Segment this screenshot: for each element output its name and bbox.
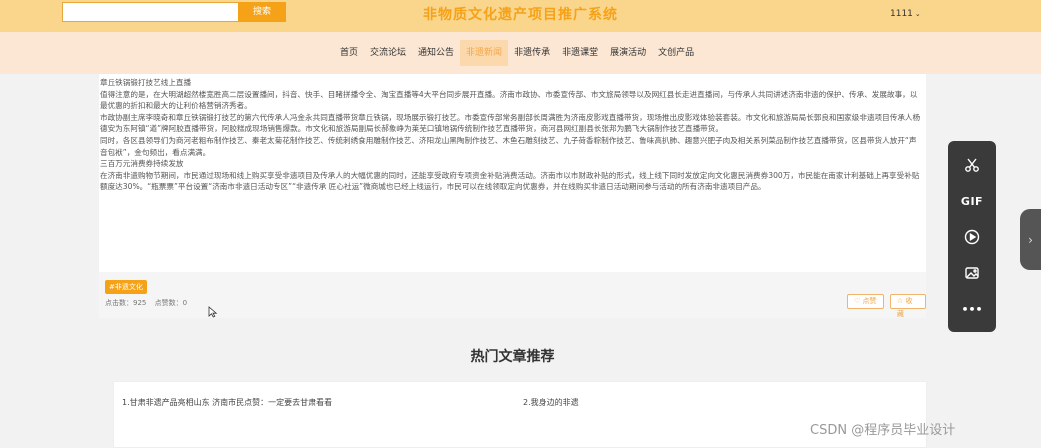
scissors-icon	[965, 158, 979, 172]
nav-item[interactable]: 非遗传承	[508, 40, 556, 66]
nav-item[interactable]: 非遗新闻	[460, 40, 509, 66]
article-paragraph: 同时，各区县领导们为商河老粗布制作技艺、秦老太菊花制作技艺、传统刺绣食用雕制作技…	[100, 135, 917, 157]
article-paragraph: 章丘铁锅锻打技艺线上直播	[100, 78, 192, 87]
article-stats: 点击数：925 点赞数：0	[105, 298, 193, 308]
top-header: 搜索 非物质文化遗产项目推广系统 1111 ⌄	[0, 0, 1041, 32]
article-paragraph: 值得注意的是，在大明湖超然楼宽胜高二层设置播间，抖音、快手、目睹拼播令全、淘宝直…	[100, 89, 918, 111]
favorite-button[interactable]: ☆ 收藏	[890, 294, 926, 318]
article-paragraph: 市政协副主席李晓奇和章丘铁锅锻打技艺的第六代传承人冯金永共同直播带货章丘铁锅，现…	[100, 112, 921, 134]
recommend-item[interactable]: 2.我身边的非遗	[523, 397, 579, 408]
watermark: CSDN @程序员毕业设计	[810, 423, 956, 438]
like-button[interactable]: ♡ 点赞	[847, 294, 884, 309]
like-count: 点赞数：0	[154, 299, 188, 307]
play-circle-icon	[964, 229, 980, 245]
recommend-title: 热门文章推荐	[470, 349, 555, 365]
image-button[interactable]	[948, 258, 996, 288]
more-button[interactable]: •••	[948, 294, 996, 324]
image-icon	[965, 267, 979, 279]
article-tag[interactable]: #非遗文化	[105, 280, 147, 294]
side-expand-tab[interactable]: ›	[1020, 209, 1041, 270]
article-panel: 章丘铁锅锻打技艺线上直播值得注意的是，在大明湖超然楼宽胜高二层设置播间，抖音、快…	[99, 74, 926, 318]
main-nav-bar: 首页 交流论坛 通知公告 非遗新闻 非遗传承 非遗课堂 展演活动 文创产品	[0, 32, 1041, 74]
record-button[interactable]	[948, 222, 996, 252]
username: 1111	[890, 9, 913, 19]
chevron-down-icon: ⌄	[914, 10, 921, 18]
site-title: 非物质文化遗产项目推广系统	[423, 7, 618, 23]
article-body: 章丘铁锅锻打技艺线上直播值得注意的是，在大明湖超然楼宽胜高二层设置播间，抖音、快…	[100, 77, 922, 193]
mouse-cursor-icon	[208, 306, 218, 318]
nav-item[interactable]: 首页	[334, 40, 364, 66]
gif-button[interactable]: GIF	[948, 186, 996, 216]
scissors-button[interactable]	[948, 150, 996, 180]
article-paragraph: 在济南非遗购物节期间，市民通过现场和线上购买享受非遗项目及传承人的大幅优惠的同时…	[100, 170, 920, 192]
nav-item[interactable]: 交流论坛	[364, 40, 412, 66]
nav-item[interactable]: 通知公告	[412, 40, 460, 66]
nav-item[interactable]: 文创产品	[652, 40, 700, 66]
click-count: 点击数：925	[105, 299, 147, 307]
floating-toolbar: GIF •••	[948, 141, 996, 332]
article-paragraph: 三百万元消费券持续发放	[100, 159, 184, 169]
user-menu[interactable]: 1111 ⌄	[890, 9, 921, 19]
main-nav: 首页 交流论坛 通知公告 非遗新闻 非遗传承 非遗课堂 展演活动 文创产品	[334, 40, 700, 66]
article-footer: #非遗文化 点击数：925 点赞数：0 ♡ 点赞 ☆ 收藏	[99, 272, 926, 318]
recommend-item[interactable]: 1.甘肃非遗产品亮相山东 济南市民点赞：一定要去甘肃看看	[122, 397, 332, 408]
nav-item[interactable]: 展演活动	[604, 40, 652, 66]
nav-item[interactable]: 非遗课堂	[556, 40, 604, 66]
recommend-list: 1.甘肃非遗产品亮相山东 济南市民点赞：一定要去甘肃看看 2.我身边的非遗	[113, 381, 927, 448]
chevron-right-icon: ›	[1028, 232, 1033, 247]
